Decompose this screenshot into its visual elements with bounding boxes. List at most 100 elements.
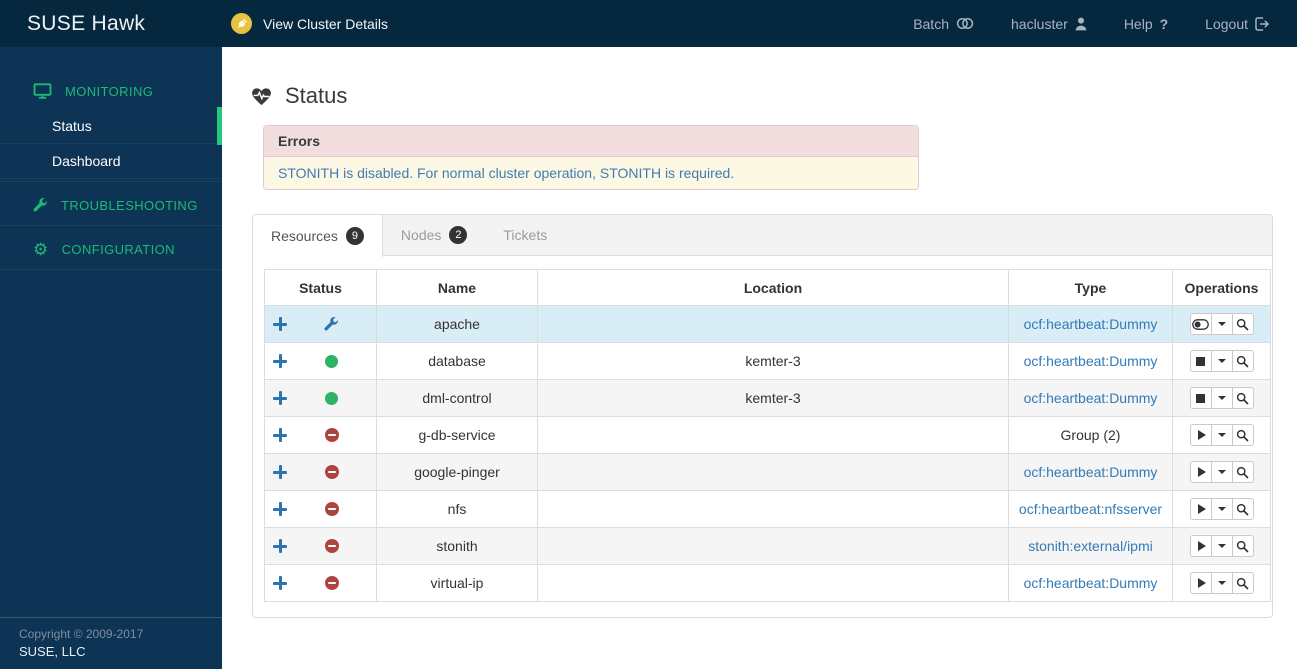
operations-cell — [1172, 490, 1271, 528]
dropdown-toggle-button[interactable] — [1210, 387, 1233, 409]
type-cell: stonith:external/ipmi — [1008, 527, 1173, 565]
sidebar-item-dashboard[interactable]: Dashboard — [0, 144, 222, 179]
resource-location — [537, 453, 1009, 491]
stonith-warning-link[interactable]: STONITH is disabled. For normal cluster … — [278, 165, 734, 181]
search-icon — [1236, 355, 1249, 368]
topnav-batch[interactable]: Batch — [913, 16, 974, 32]
start-button[interactable] — [1189, 535, 1212, 557]
resource-type-link[interactable]: ocf:heartbeat:Dummy — [1024, 464, 1158, 480]
topnav-label: Help — [1123, 15, 1153, 32]
plug-icon — [231, 13, 252, 34]
operations-cell — [1172, 305, 1271, 343]
cluster-details-link[interactable]: View Cluster Details — [231, 13, 388, 34]
details-button[interactable] — [1231, 387, 1254, 409]
errors-panel-body: STONITH is disabled. For normal cluster … — [264, 157, 918, 189]
type-cell: ocf:heartbeat:Dummy — [1008, 305, 1173, 343]
app-header: SUSE Hawk View Cluster Details Batch hacl… — [0, 0, 1297, 47]
sidebar-section-troubleshooting-header[interactable]: TROUBLESHOOTING — [0, 188, 222, 223]
expand-plus-icon[interactable] — [273, 354, 287, 368]
details-button[interactable] — [1231, 572, 1254, 594]
operations-cell — [1172, 564, 1271, 602]
caret-down-icon — [1217, 581, 1226, 585]
sidebar-section-monitoring: MONITORING Status Dashboard — [0, 73, 222, 182]
search-icon — [1236, 540, 1249, 553]
stop-icon — [1196, 356, 1205, 366]
stop-button[interactable] — [1189, 387, 1212, 409]
search-icon — [1236, 429, 1249, 442]
start-button[interactable] — [1189, 498, 1212, 520]
gear-icon: ⚙ — [33, 239, 49, 259]
details-button[interactable] — [1231, 535, 1254, 557]
search-icon — [1236, 503, 1249, 516]
dropdown-toggle-button[interactable] — [1210, 461, 1233, 483]
sidebar-item-status[interactable]: Status — [0, 107, 222, 145]
topnav-hacluster[interactable]: hacluster — [1011, 16, 1087, 32]
caret-down-icon — [1217, 507, 1226, 511]
tab-nodes[interactable]: Nodes 2 — [383, 215, 485, 255]
expand-plus-icon[interactable] — [273, 317, 287, 331]
details-button[interactable] — [1231, 313, 1254, 335]
sidebar-section-monitoring-header[interactable]: MONITORING — [0, 73, 222, 109]
top-nav: Batch hacluster Help? Logout — [913, 16, 1297, 32]
sidebar-item-label: Status — [52, 118, 92, 134]
expand-plus-icon[interactable] — [273, 576, 287, 590]
page-title-text: Status — [285, 83, 348, 108]
type-cell: ocf:heartbeat:nfsserver — [1008, 490, 1173, 528]
expand-plus-icon[interactable] — [273, 391, 287, 405]
tab-resources[interactable]: Resources 9 — [253, 215, 383, 257]
expand-plus-icon[interactable] — [273, 465, 287, 479]
type-cell: ocf:heartbeat:Dummy — [1008, 564, 1173, 602]
resource-type-link[interactable]: ocf:heartbeat:Dummy — [1024, 353, 1158, 369]
resource-row: virtual-ip ocf:heartbeat:Dummy — [264, 564, 1271, 602]
resource-type-link[interactable]: ocf:heartbeat:Dummy — [1024, 390, 1158, 406]
topnav-logout[interactable]: Logout — [1205, 16, 1270, 32]
details-button[interactable] — [1231, 350, 1254, 372]
stopped-status-icon — [324, 502, 339, 516]
tab-tickets[interactable]: Tickets — [485, 215, 565, 255]
resource-type-link[interactable]: ocf:heartbeat:nfsserver — [1019, 501, 1162, 517]
expand-plus-icon[interactable] — [273, 428, 287, 442]
logout-icon — [1255, 16, 1270, 31]
topnav-label: hacluster — [1011, 15, 1068, 32]
details-button[interactable] — [1231, 461, 1254, 483]
start-button[interactable] — [1189, 461, 1212, 483]
toggle-button[interactable] — [1189, 313, 1212, 335]
dropdown-toggle-button[interactable] — [1210, 350, 1233, 372]
expand-plus-icon[interactable] — [273, 502, 287, 516]
caret-down-icon — [1217, 470, 1226, 474]
operations-cell — [1172, 416, 1271, 454]
expand-plus-icon[interactable] — [273, 539, 287, 553]
resource-type-link[interactable]: ocf:heartbeat:Dummy — [1024, 575, 1158, 591]
topnav-help[interactable]: Help? — [1124, 16, 1168, 32]
caret-down-icon — [1217, 433, 1226, 437]
resource-location — [537, 416, 1009, 454]
toggle-icon — [1192, 318, 1209, 330]
company-text: SUSE, LLC — [19, 644, 86, 659]
stop-button[interactable] — [1189, 350, 1212, 372]
resource-location: kemter-3 — [537, 342, 1009, 380]
dropdown-toggle-button[interactable] — [1210, 313, 1233, 335]
dropdown-toggle-button[interactable] — [1210, 498, 1233, 520]
details-button[interactable] — [1231, 424, 1254, 446]
resource-row: stonith stonith:external/ipmi — [264, 527, 1271, 565]
play-icon — [1197, 467, 1206, 477]
start-button[interactable] — [1189, 572, 1212, 594]
sidebar-section-configuration-header[interactable]: ⚙ CONFIGURATION — [0, 232, 222, 267]
dropdown-toggle-button[interactable] — [1210, 572, 1233, 594]
monitor-icon — [33, 83, 52, 99]
tab-bar: Resources 9 Nodes 2 Tickets — [253, 215, 1272, 257]
start-button[interactable] — [1189, 424, 1212, 446]
resource-type-link[interactable]: ocf:heartbeat:Dummy — [1024, 316, 1158, 332]
section-label: MONITORING — [65, 83, 154, 99]
resource-location — [537, 527, 1009, 565]
stopped-status-icon — [324, 428, 339, 442]
details-button[interactable] — [1231, 498, 1254, 520]
tab-count-badge: 2 — [449, 226, 468, 244]
dropdown-toggle-button[interactable] — [1210, 535, 1233, 557]
main-content: Status Errors STONITH is disabled. For n… — [222, 47, 1297, 669]
resource-name: nfs — [376, 490, 538, 528]
operations-cell — [1172, 453, 1271, 491]
dropdown-toggle-button[interactable] — [1210, 424, 1233, 446]
resource-type-link[interactable]: stonith:external/ipmi — [1028, 538, 1153, 554]
play-icon — [1197, 578, 1206, 588]
